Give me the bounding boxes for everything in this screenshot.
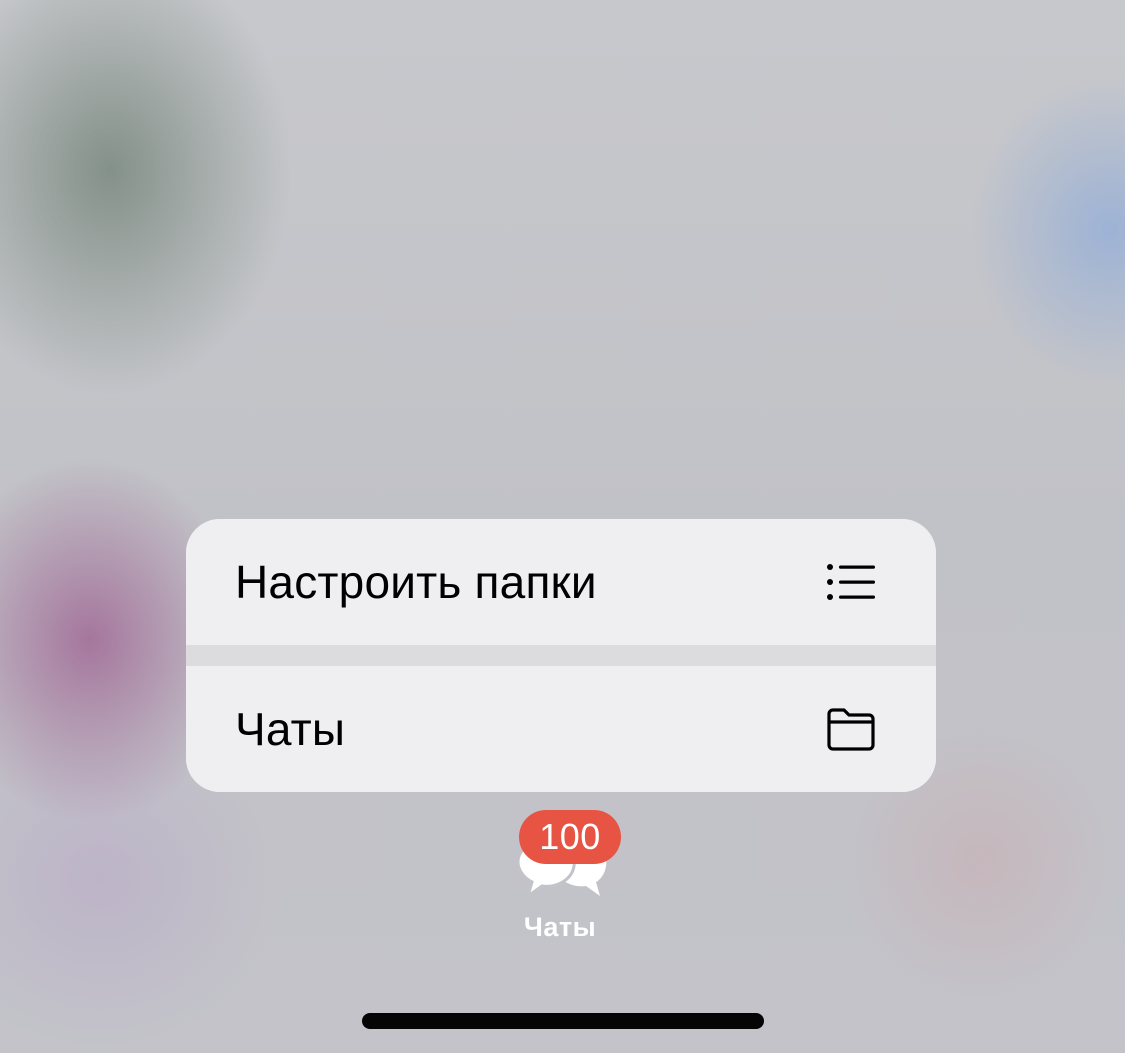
menu-separator (186, 645, 936, 666)
home-indicator[interactable] (362, 1013, 764, 1029)
list-icon (827, 564, 875, 600)
menu-item-chats[interactable]: Чаты (186, 666, 936, 792)
menu-item-label: Чаты (235, 703, 346, 755)
context-menu: Настроить папки Чаты (186, 519, 936, 792)
menu-item-configure-folders[interactable]: Настроить папки (186, 519, 936, 645)
unread-badge: 100 (519, 810, 621, 864)
menu-item-label: Настроить папки (235, 556, 597, 608)
tab-label: Чаты (523, 912, 597, 942)
tab-chats[interactable]: 100 Чаты (500, 806, 630, 946)
folder-icon (827, 708, 875, 751)
